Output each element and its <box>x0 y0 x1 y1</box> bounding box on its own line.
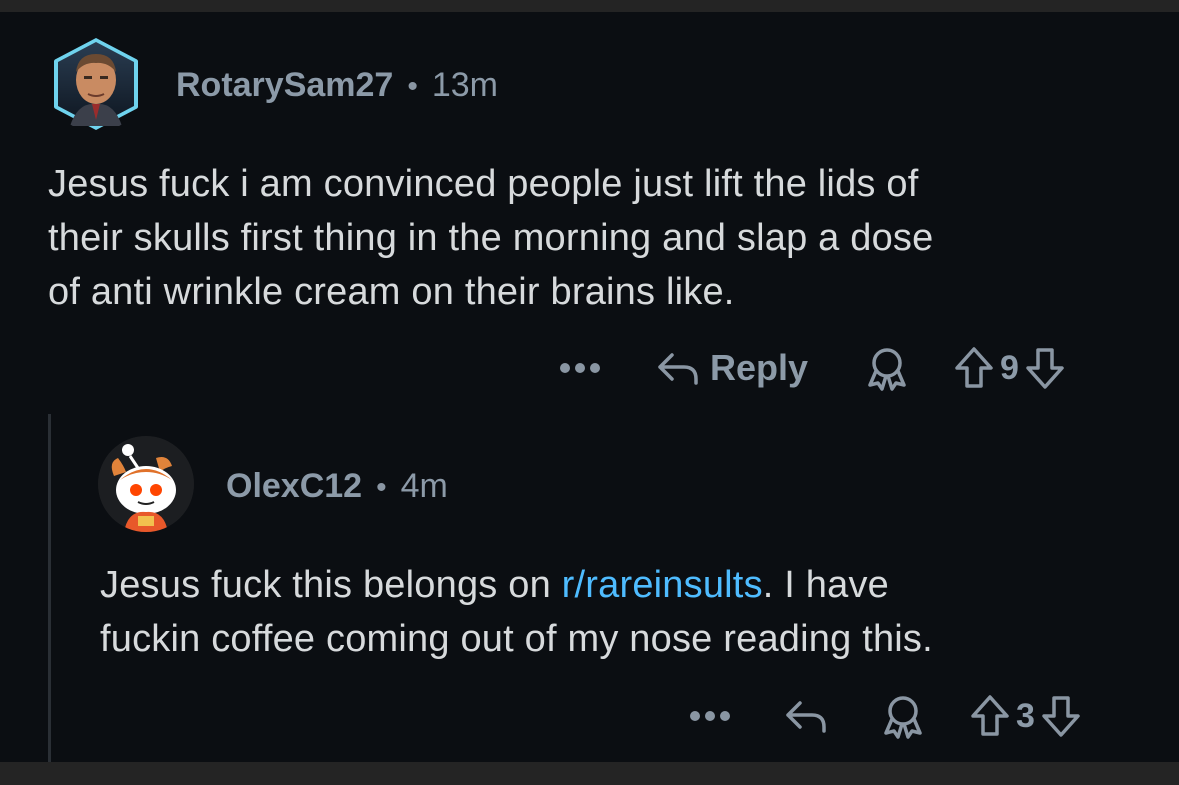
body-text: . I have <box>762 564 890 606</box>
comment-meta: RotarySam27 • 13m <box>176 66 498 105</box>
username[interactable]: RotarySam27 <box>176 66 393 105</box>
bottom-edge-bar <box>0 762 1179 785</box>
timestamp: 4m <box>400 467 448 505</box>
timestamp: 13m <box>431 66 498 104</box>
comment-body-line: Jesus fuck this belongs on r/rareinsults… <box>100 558 1160 612</box>
comment-body-line: Jesus fuck i am convinced people just li… <box>48 163 919 205</box>
comment-meta: OlexC12 • 4m <box>226 467 448 506</box>
reply-icon <box>658 353 698 385</box>
reply-icon <box>786 701 826 733</box>
more-icon <box>690 711 730 721</box>
reply-button[interactable] <box>784 697 828 735</box>
award-icon <box>884 696 922 739</box>
award-button[interactable] <box>864 345 910 391</box>
vote-count: 3 <box>1016 696 1035 735</box>
comment-body-line: their skulls first thing in the morning … <box>48 217 934 259</box>
username[interactable]: OlexC12 <box>226 467 362 506</box>
comment-body: Jesus fuck this belongs on r/rareinsults… <box>100 558 1160 666</box>
snoo-avatar-image <box>98 436 194 532</box>
upvote-icon[interactable] <box>970 694 1010 738</box>
meta-separator: • <box>407 70 418 103</box>
avatar[interactable] <box>48 36 144 132</box>
subreddit-link[interactable]: r/rareinsults <box>562 564 763 606</box>
vote-count: 9 <box>1000 348 1019 387</box>
comment-actions: 3 <box>688 692 1081 740</box>
downvote-icon[interactable] <box>1041 694 1081 738</box>
comment-body: Jesus fuck i am convinced people just li… <box>48 157 1158 319</box>
more-button[interactable] <box>558 362 618 374</box>
more-icon <box>560 363 600 373</box>
body-text: Jesus fuck this belongs on <box>100 564 562 606</box>
comment-body-line: of anti wrinkle cream on their brains li… <box>48 271 735 313</box>
meta-separator: • <box>376 471 387 504</box>
more-button[interactable] <box>688 710 748 722</box>
upvote-icon[interactable] <box>954 346 994 390</box>
vote-group: 3 <box>970 694 1081 738</box>
user-avatar-image <box>54 38 138 130</box>
award-button[interactable] <box>880 693 926 739</box>
comment-body-line: fuckin coffee coming out of my nose read… <box>100 618 933 660</box>
thread-indent-line[interactable] <box>48 414 51 762</box>
vote-group: 9 <box>954 346 1065 390</box>
comment-actions: Reply 9 <box>558 344 1065 392</box>
downvote-icon[interactable] <box>1025 346 1065 390</box>
reply-label: Reply <box>710 347 809 388</box>
award-icon <box>868 348 906 391</box>
top-edge-bar <box>0 0 1179 12</box>
reply-button[interactable]: Reply <box>656 347 808 389</box>
avatar[interactable] <box>98 436 194 532</box>
